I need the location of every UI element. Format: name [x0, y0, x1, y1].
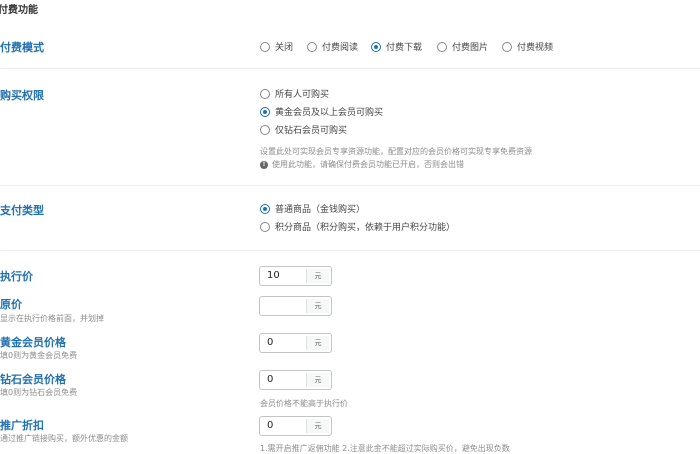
pay-mode-label: 付费模式 [0, 41, 44, 54]
option-label: 积分商品（积分购买，依赖于用户积分功能） [275, 223, 456, 233]
radio-icon[interactable] [437, 41, 447, 52]
radio-icon[interactable] [502, 41, 512, 52]
pay-mode-option-download[interactable]: 付费下载 [371, 40, 422, 53]
payment-type-option-points[interactable]: 积分商品（积分购买，依赖于用户积分功能） [260, 220, 455, 233]
input-value: 0 [267, 374, 274, 385]
unit-suffix: 元 [306, 419, 329, 433]
option-label: 付费阅读 [322, 43, 359, 53]
unit-suffix: 元 [306, 299, 329, 313]
purchase-permission-label: 购买权限 [0, 89, 44, 102]
option-label: 普通商品（金钱购买） [275, 205, 366, 215]
radio-selected-icon[interactable] [260, 203, 270, 214]
original-price-label: 原价 [0, 298, 22, 311]
payment-type-option-money[interactable]: 普通商品（金钱购买） [260, 202, 365, 215]
warning-text: 使用此功能，请确保付费会员功能已开启，否则会出错 [272, 160, 464, 169]
original-price-input[interactable]: 元 [259, 296, 332, 316]
section-title: 付费功能 [0, 5, 38, 16]
promo-discount-label: 推广折扣 [0, 419, 44, 432]
radio-icon[interactable] [260, 221, 270, 232]
diamond-price-hint: 填0则为钻石会员免费 [0, 388, 78, 397]
promo-note: 1.需开启推广返佣功能 2.注意此金不能超过实际购买价，避免出现负数 [260, 444, 510, 453]
unit-suffix: 元 [306, 336, 329, 350]
unit-suffix: 元 [306, 269, 329, 283]
gold-price-input[interactable]: 0 元 [259, 333, 332, 353]
radio-icon[interactable] [260, 41, 270, 52]
pay-mode-option-video[interactable]: 付费视频 [502, 40, 553, 53]
radio-selected-icon[interactable] [371, 41, 381, 52]
unit-suffix: 元 [306, 373, 329, 387]
input-value: 0 [267, 337, 274, 348]
radio-icon[interactable] [260, 124, 270, 135]
divider [0, 185, 700, 186]
info-icon: ! [260, 161, 268, 169]
input-value: 10 [267, 270, 280, 281]
execution-price-input[interactable]: 10 元 [259, 266, 332, 286]
diamond-price-input[interactable]: 0 元 [259, 370, 332, 390]
promo-discount-input[interactable]: 0 元 [259, 416, 332, 436]
option-label: 付费视频 [517, 43, 554, 53]
option-label: 黄金会员及以上会员可购买 [275, 108, 384, 118]
option-label: 所有人可购买 [275, 90, 330, 100]
radio-icon[interactable] [307, 41, 317, 52]
payment-type-label: 支付类型 [0, 204, 44, 217]
divider [0, 250, 700, 251]
pay-mode-option-read[interactable]: 付费阅读 [307, 40, 358, 53]
radio-icon[interactable] [260, 88, 270, 99]
gold-price-hint: 填0则为黄金会员免费 [0, 351, 78, 360]
permission-warning: ! 使用此功能，请确保付费会员功能已开启，否则会出错 [260, 159, 464, 170]
divider [0, 68, 700, 69]
option-label: 关闭 [275, 43, 294, 53]
option-label: 付费图片 [452, 43, 489, 53]
original-price-hint: 显示在执行价格前面，并划掉 [0, 314, 104, 323]
permission-option-gold[interactable]: 黄金会员及以上会员可购买 [260, 105, 383, 118]
pay-mode-option-image[interactable]: 付费图片 [437, 40, 488, 53]
pay-mode-option-off[interactable]: 关闭 [260, 40, 293, 53]
diamond-price-label: 钻石会员价格 [0, 373, 66, 386]
input-value: 0 [267, 420, 274, 431]
permission-option-all[interactable]: 所有人可购买 [260, 87, 329, 100]
permission-option-diamond[interactable]: 仅钻石会员可购买 [260, 123, 347, 136]
member-price-note: 会员价格不能高于执行价 [260, 399, 348, 408]
option-label: 付费下载 [386, 43, 423, 53]
execution-price-label: 执行价 [0, 270, 33, 283]
permission-help-text: 设置此处可实现会员专享资源功能，配置对应的会员价格可实现专享免费资源 [260, 147, 532, 156]
radio-selected-icon[interactable] [260, 106, 270, 117]
option-label: 仅钻石会员可购买 [275, 126, 348, 136]
gold-price-label: 黄金会员价格 [0, 336, 66, 349]
promo-discount-hint: 通过推广链接购买，额外优惠的金额 [0, 434, 128, 443]
